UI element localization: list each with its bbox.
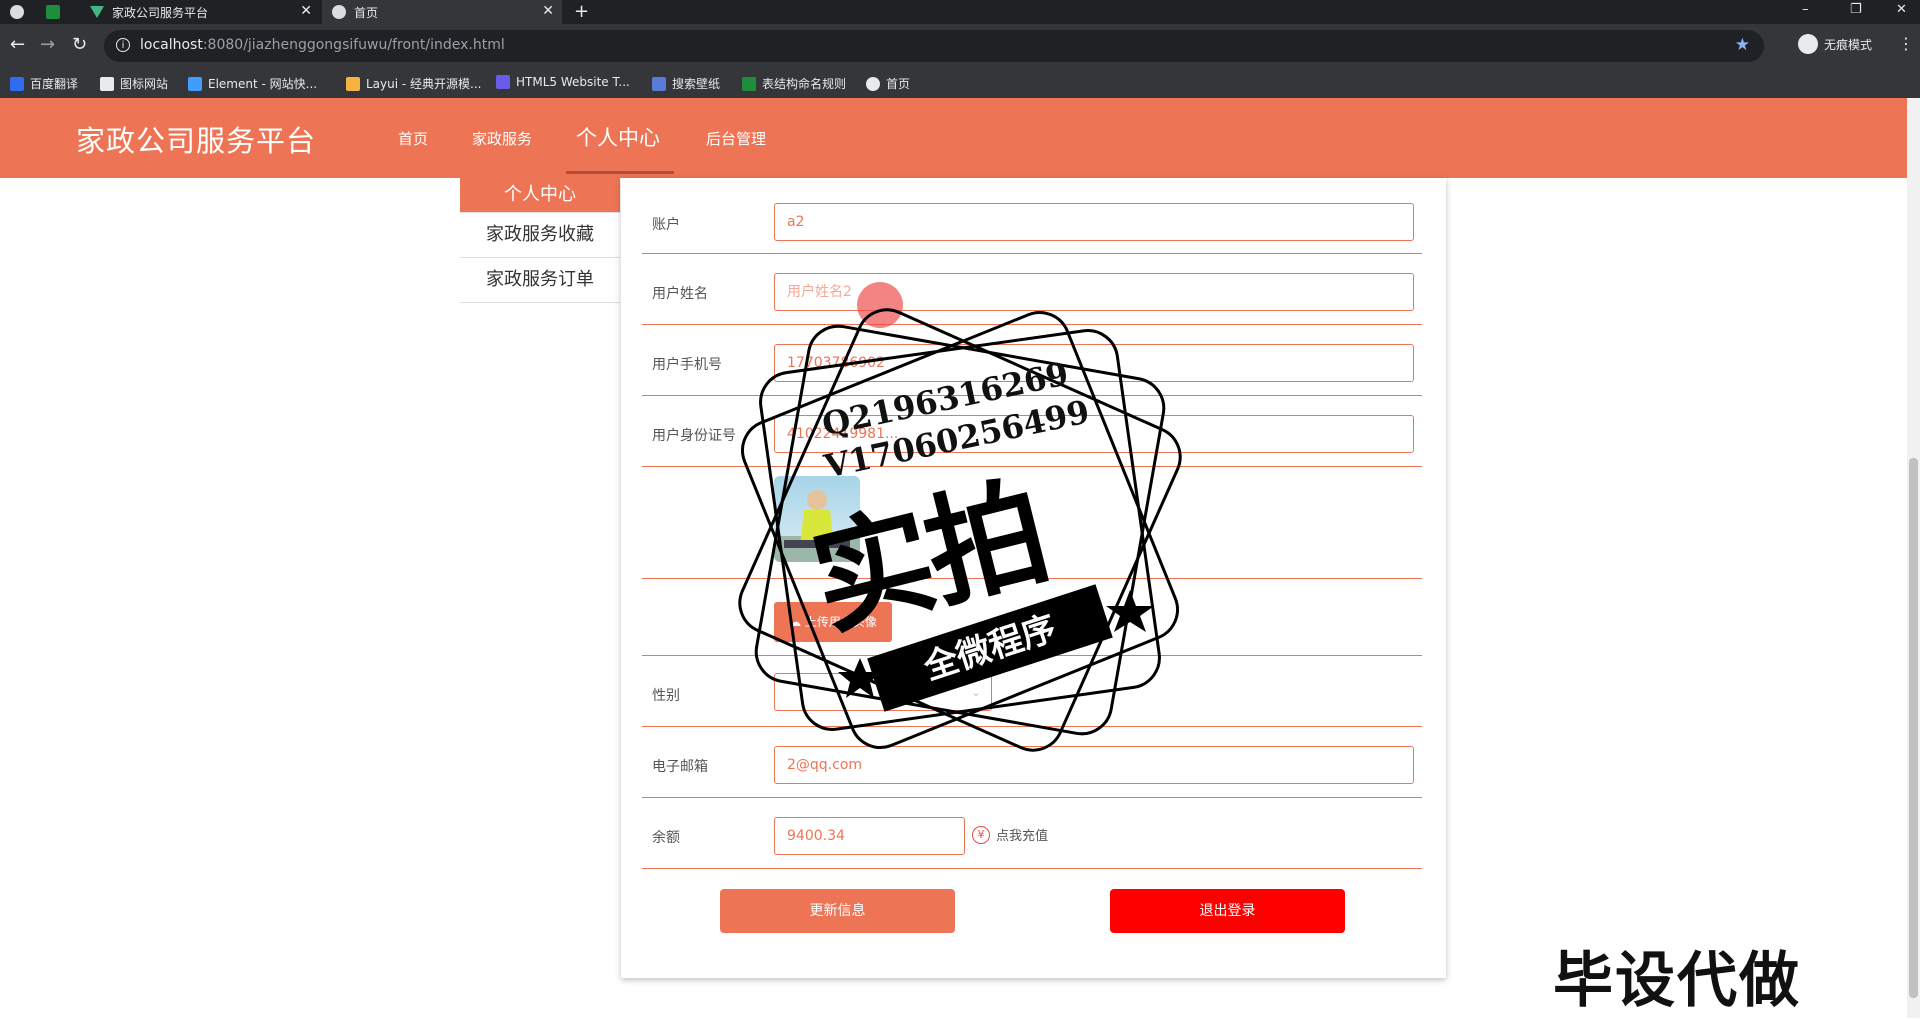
globe-icon [332, 5, 346, 19]
bookmark-item[interactable]: 百度翻译 [10, 75, 78, 92]
browser-tab-strip: 家政公司服务平台 ✕ 首页 ✕ + – ❐ ✕ [0, 0, 1920, 24]
form-row-balance: 余额 9400.34 ¥ 点我充值 [642, 797, 1422, 869]
account-field[interactable]: a2 [774, 203, 1414, 241]
layui-icon [346, 76, 360, 91]
balance-label: 余额 [652, 830, 680, 846]
close-window-button[interactable]: ✕ [1896, 0, 1907, 22]
side-menu: 个人中心 家政服务收藏 家政服务订单 [460, 178, 620, 303]
browser-tab-platform[interactable]: 家政公司服务平台 ✕ [80, 0, 320, 24]
incognito-indicator[interactable]: 无痕模式 [1798, 34, 1872, 54]
bookmark-item[interactable]: 表结构命名规则 [742, 75, 846, 92]
bookmark-star-icon[interactable]: ★ [1735, 35, 1750, 55]
page-scrollbar[interactable] [1907, 98, 1920, 1018]
bookmarks-bar: 百度翻译 图标网站 Element - 网站快... Layui - 经典开源模… [0, 68, 1920, 99]
back-icon[interactable]: ← [10, 34, 25, 56]
translate-icon [10, 76, 24, 91]
reload-icon[interactable]: ↻ [72, 34, 87, 56]
site-header: 家政公司服务平台 首页 家政服务 个人中心 后台管理 [0, 98, 1907, 178]
gender-label: 性别 [652, 688, 680, 704]
corner-watermark-text: 毕设代做 [1553, 946, 1801, 1016]
browser-toolbar: ← → ↻ i localhost:8080/jiazhenggongsifuw… [0, 24, 1920, 68]
globe-icon [866, 76, 880, 91]
form-row-account: 账户 a2 [642, 178, 1422, 254]
browser-menu-icon[interactable]: ⋮ [1898, 34, 1914, 53]
address-bar[interactable]: i localhost:8080/jiazhenggongsifuwu/fron… [104, 30, 1764, 62]
flag-icon [100, 76, 114, 91]
phone-label: 用户手机号 [652, 357, 722, 373]
browser-tab[interactable] [0, 0, 36, 24]
bookmark-item[interactable]: Element - 网站快... [188, 75, 317, 92]
balance-field: 9400.34 [774, 817, 965, 855]
bookmark-item[interactable]: HTML5 Website T... [496, 75, 630, 89]
info-icon[interactable]: i [116, 38, 130, 52]
new-tab-button[interactable]: + [574, 0, 589, 24]
update-info-button[interactable]: 更新信息 [720, 889, 955, 933]
browser-tab[interactable] [36, 0, 72, 24]
vue-icon [90, 6, 104, 18]
nav-personal-center[interactable]: 个人中心 [576, 122, 660, 152]
incognito-icon [1798, 34, 1818, 54]
wallpaper-icon [652, 76, 666, 91]
nav-admin[interactable]: 后台管理 [706, 128, 766, 149]
browser-tab-home[interactable]: 首页 ✕ [322, 0, 562, 24]
bookmark-item[interactable]: 搜索壁纸 [652, 75, 720, 92]
watermark-stamp: Q2196316269 V17060256499 实拍 全微程序 [720, 290, 1200, 770]
tab-title: 首页 [354, 5, 379, 20]
side-item-orders[interactable]: 家政服务订单 [460, 258, 620, 303]
email-label: 电子邮箱 [652, 759, 708, 775]
bookmark-item[interactable]: 图标网站 [100, 75, 168, 92]
incognito-label: 无痕模式 [1824, 37, 1873, 52]
nav-services[interactable]: 家政服务 [472, 128, 532, 149]
site-title: 家政公司服务平台 [76, 124, 317, 158]
sheet-icon [742, 76, 756, 91]
close-tab-icon[interactable]: ✕ [542, 3, 554, 19]
restore-button[interactable]: ❐ [1850, 0, 1862, 22]
sheet-icon [46, 5, 60, 19]
bookmark-item[interactable]: 首页 [866, 75, 910, 92]
globe-icon [10, 5, 24, 19]
tab-title: 家政公司服务平台 [112, 5, 209, 20]
name-label: 用户姓名 [652, 286, 708, 302]
minimize-button[interactable]: – [1802, 0, 1809, 22]
element-icon [188, 76, 202, 91]
side-item-personal-center[interactable]: 个人中心 [460, 178, 620, 213]
side-item-favorites[interactable]: 家政服务收藏 [460, 213, 620, 258]
scrollbar-thumb[interactable] [1909, 458, 1918, 998]
yen-icon: ¥ [972, 825, 990, 844]
bookmark-item[interactable]: Layui - 经典开源模... [346, 75, 481, 92]
account-label: 账户 [652, 217, 680, 233]
nav-home[interactable]: 首页 [398, 128, 428, 149]
recharge-link[interactable]: ¥ 点我充值 [972, 825, 1048, 844]
close-tab-icon[interactable]: ✕ [300, 3, 312, 19]
logout-button[interactable]: 退出登录 [1110, 889, 1345, 933]
nav-active-indicator [566, 171, 674, 174]
html5-icon [496, 75, 510, 89]
url-text[interactable]: localhost:8080/jiazhenggongsifuwu/front/… [140, 37, 505, 53]
forward-icon[interactable]: → [40, 34, 55, 56]
